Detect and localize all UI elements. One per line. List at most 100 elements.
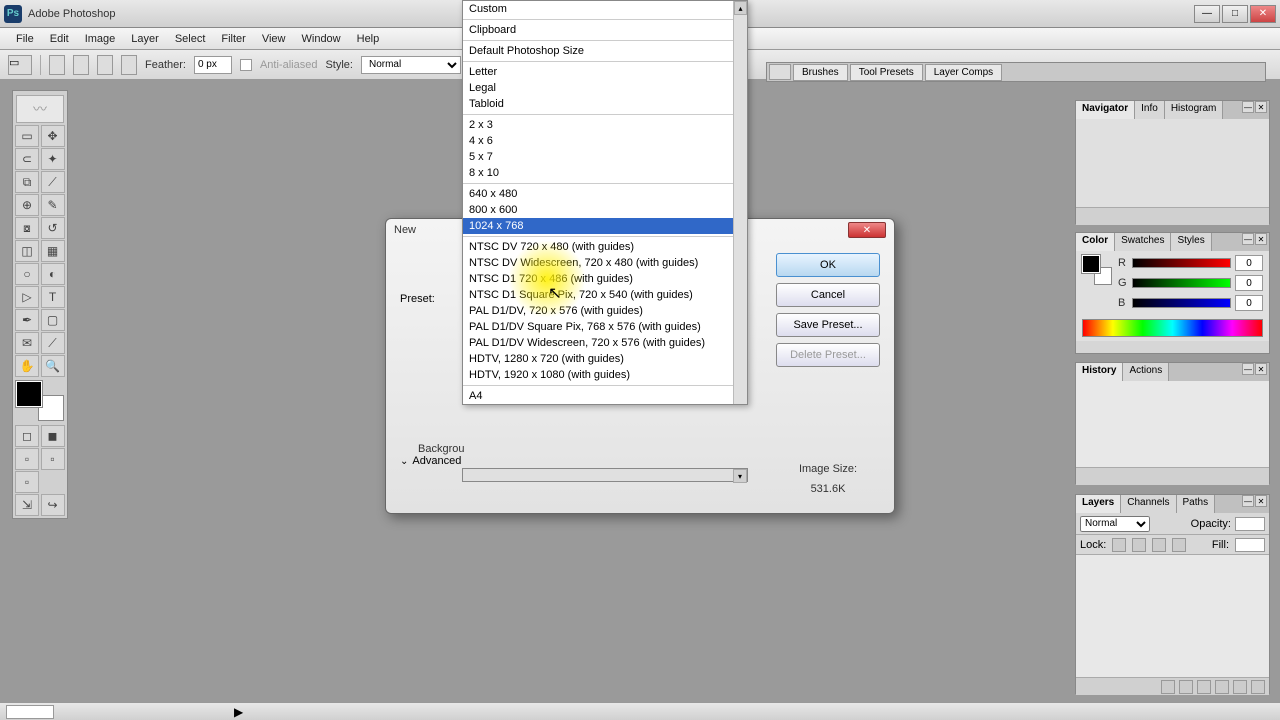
- gradient-tool[interactable]: ▦: [41, 240, 65, 262]
- layer-style-icon[interactable]: [1161, 680, 1175, 694]
- panel-close-icon[interactable]: ✕: [1255, 495, 1267, 507]
- preset-option[interactable]: NTSC DV Widescreen, 720 x 480 (with guid…: [463, 255, 747, 271]
- scroll-down-icon[interactable]: ▾: [733, 469, 747, 483]
- selection-new-icon[interactable]: [49, 55, 65, 75]
- preset-option[interactable]: HDTV, 1920 x 1080 (with guides): [463, 367, 747, 383]
- move-tool[interactable]: ✥: [41, 125, 65, 147]
- panel-minimize-icon[interactable]: —: [1242, 233, 1254, 245]
- tab-channels[interactable]: Channels: [1121, 495, 1176, 513]
- panel-minimize-icon[interactable]: —: [1242, 363, 1254, 375]
- quickmask-off[interactable]: ◻: [15, 425, 39, 447]
- preset-option[interactable]: HDTV, 1280 x 720 (with guides): [463, 351, 747, 367]
- foreground-color-swatch[interactable]: [16, 381, 42, 407]
- panel-close-icon[interactable]: ✕: [1255, 233, 1267, 245]
- preset-option[interactable]: 8 x 10: [463, 165, 747, 181]
- tab-actions[interactable]: Actions: [1123, 363, 1169, 381]
- dodge-tool[interactable]: ◐: [41, 263, 65, 285]
- menu-layer[interactable]: Layer: [123, 30, 167, 48]
- preset-option[interactable]: PAL D1/DV, 720 x 576 (with guides): [463, 303, 747, 319]
- save-preset-button[interactable]: Save Preset...: [776, 313, 880, 337]
- preset-option[interactable]: Clipboard: [463, 22, 747, 38]
- history-brush-tool[interactable]: ↺: [41, 217, 65, 239]
- menu-filter[interactable]: Filter: [213, 30, 253, 48]
- tab-history[interactable]: History: [1076, 363, 1123, 381]
- dock-tab-tool-presets[interactable]: Tool Presets: [850, 64, 923, 81]
- tab-info[interactable]: Info: [1135, 101, 1165, 119]
- preset-option[interactable]: Letter: [463, 64, 747, 80]
- dropdown-bottom-bar[interactable]: ▾: [462, 468, 748, 482]
- preset-option[interactable]: PAL D1/DV Square Pix, 768 x 576 (with gu…: [463, 319, 747, 335]
- layer-mask-icon[interactable]: [1179, 680, 1193, 694]
- scroll-up-icon[interactable]: ▴: [734, 1, 747, 15]
- marquee-tool-icon[interactable]: ▭: [8, 55, 32, 75]
- color-ramp[interactable]: [1082, 319, 1263, 337]
- tab-swatches[interactable]: Swatches: [1115, 233, 1171, 251]
- screen-full[interactable]: ▫: [15, 471, 39, 493]
- preset-option[interactable]: NTSC D1 Square Pix, 720 x 540 (with guid…: [463, 287, 747, 303]
- type-tool[interactable]: T: [41, 286, 65, 308]
- preset-option[interactable]: 2 x 3: [463, 117, 747, 133]
- pen-tool[interactable]: ✒: [15, 309, 39, 331]
- dock-tab-layer-comps[interactable]: Layer Comps: [925, 64, 1002, 81]
- advanced-toggle[interactable]: Advanced: [412, 455, 461, 467]
- chevron-down-icon[interactable]: ⌄: [400, 456, 408, 467]
- blur-tool[interactable]: ○: [15, 263, 39, 285]
- panel-close-icon[interactable]: ✕: [1255, 363, 1267, 375]
- menu-image[interactable]: Image: [77, 30, 124, 48]
- preset-option[interactable]: 4 x 6: [463, 133, 747, 149]
- panel-close-icon[interactable]: ✕: [1255, 101, 1267, 113]
- slice-tool[interactable]: ⟋: [41, 171, 65, 193]
- fill-input[interactable]: [1235, 538, 1265, 552]
- hand-tool[interactable]: ✋: [15, 355, 39, 377]
- brush-tool[interactable]: ✎: [41, 194, 65, 216]
- adjustment-layer-icon[interactable]: [1215, 680, 1229, 694]
- selection-intersect-icon[interactable]: [121, 55, 137, 75]
- lock-image-icon[interactable]: [1132, 538, 1146, 552]
- status-zoom-box[interactable]: [6, 705, 54, 719]
- eyedropper-tool[interactable]: ⟋: [41, 332, 65, 354]
- menu-window[interactable]: Window: [294, 30, 349, 48]
- menu-file[interactable]: File: [8, 30, 42, 48]
- minimize-button[interactable]: —: [1194, 5, 1220, 23]
- preset-option[interactable]: 1024 x 768: [463, 218, 747, 234]
- menu-help[interactable]: Help: [349, 30, 388, 48]
- panel-minimize-icon[interactable]: —: [1242, 101, 1254, 113]
- delete-preset-button[interactable]: Delete Preset...: [776, 343, 880, 367]
- preset-option[interactable]: Custom: [463, 1, 747, 17]
- zoom-tool[interactable]: 🔍: [41, 355, 65, 377]
- selection-subtract-icon[interactable]: [97, 55, 113, 75]
- layer-set-icon[interactable]: [1197, 680, 1211, 694]
- r-value[interactable]: [1235, 255, 1263, 271]
- path-tool[interactable]: ▷: [15, 286, 39, 308]
- style-select[interactable]: Normal: [361, 56, 461, 74]
- preset-option[interactable]: 5 x 7: [463, 149, 747, 165]
- preset-option[interactable]: 800 x 600: [463, 202, 747, 218]
- color-swatches[interactable]: [16, 381, 64, 421]
- antialiased-checkbox[interactable]: [240, 59, 252, 71]
- r-slider[interactable]: [1132, 258, 1231, 268]
- preset-option[interactable]: 640 x 480: [463, 186, 747, 202]
- panel-minimize-icon[interactable]: —: [1242, 495, 1254, 507]
- preset-option[interactable]: Legal: [463, 80, 747, 96]
- wand-tool[interactable]: ✦: [41, 148, 65, 170]
- preset-option[interactable]: NTSC D1 720 x 486 (with guides): [463, 271, 747, 287]
- crop-tool[interactable]: ⧉: [15, 171, 39, 193]
- selection-add-icon[interactable]: [73, 55, 89, 75]
- tab-histogram[interactable]: Histogram: [1165, 101, 1224, 119]
- dialog-close-button[interactable]: ✕: [848, 222, 886, 238]
- notes-tool[interactable]: ✉: [15, 332, 39, 354]
- preset-option[interactable]: NTSC DV 720 x 480 (with guides): [463, 239, 747, 255]
- color-fg-swatch[interactable]: [1082, 255, 1100, 273]
- imageready-icon[interactable]: ⇲: [15, 494, 39, 516]
- marquee-tool[interactable]: ▭: [15, 125, 39, 147]
- b-slider[interactable]: [1132, 298, 1231, 308]
- navigator-zoom-bar[interactable]: [1076, 207, 1269, 225]
- menu-view[interactable]: View: [254, 30, 294, 48]
- shape-tool[interactable]: ▢: [41, 309, 65, 331]
- opacity-input[interactable]: [1235, 517, 1265, 531]
- screen-full-menu[interactable]: ▫: [41, 448, 65, 470]
- quickmask-on[interactable]: ◼: [41, 425, 65, 447]
- color-panel-swatches[interactable]: [1082, 255, 1112, 285]
- tab-layers[interactable]: Layers: [1076, 495, 1121, 513]
- eraser-tool[interactable]: ◫: [15, 240, 39, 262]
